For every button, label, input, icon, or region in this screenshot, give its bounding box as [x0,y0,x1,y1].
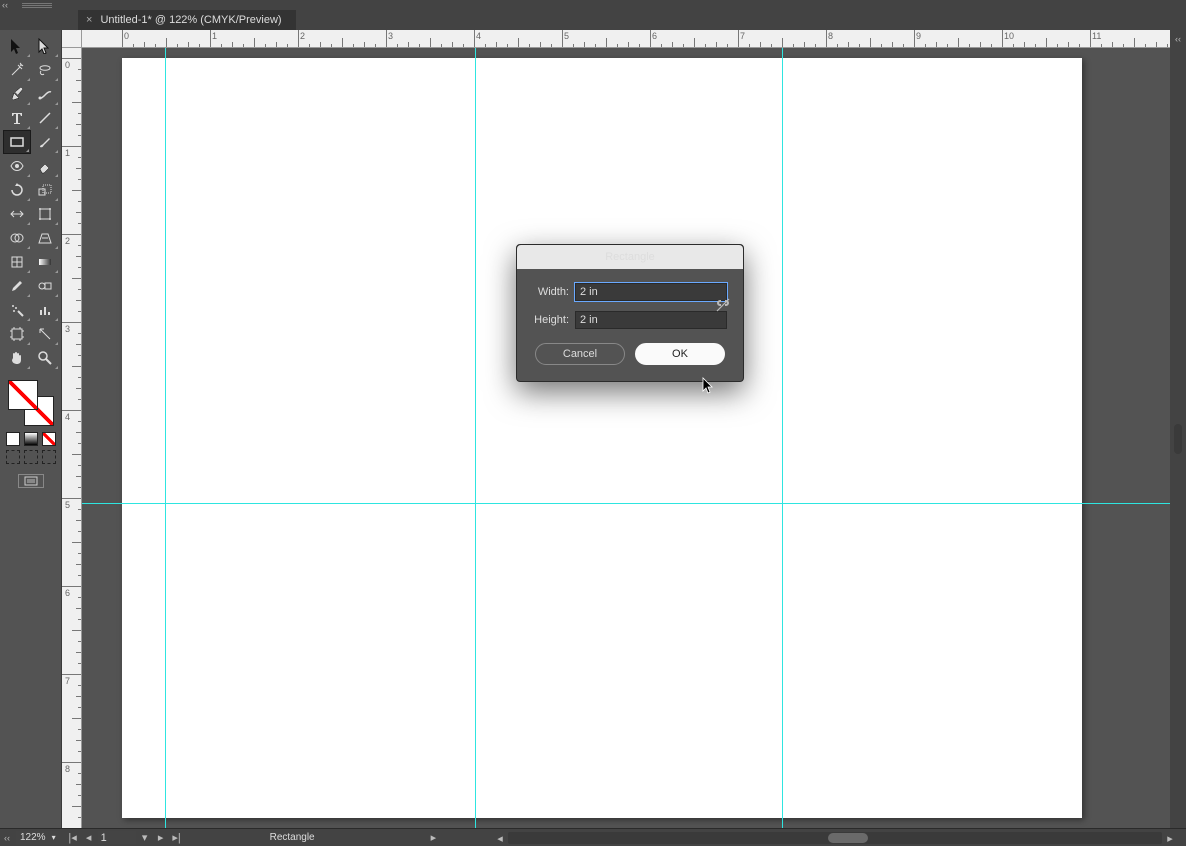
next-artboard-button[interactable]: ▸ [154,832,168,844]
color-mode-none[interactable] [42,432,56,446]
document-tab[interactable]: × Untitled-1* @ 122% (CMYK/Preview) [78,10,296,30]
current-tool-label: Rectangle [270,832,315,843]
draw-normal[interactable] [6,450,20,464]
rotate-tool[interactable] [3,178,31,202]
status-bar: ‹‹ 122% ▾ |◂ ◂ 1 ▾ ▸ ▸| Rectangle ▸ ◂ ▸ [0,828,1186,846]
width-tool[interactable] [3,202,31,226]
pen-tool[interactable] [3,82,31,106]
document-tab-strip: × Untitled-1* @ 122% (CMYK/Preview) [0,10,1186,30]
artboard[interactable] [122,58,1082,818]
zoom-value: 122% [20,832,46,843]
color-mode-gradient[interactable] [24,432,38,446]
eyedropper-tool[interactable] [3,274,31,298]
perspective-grid-tool[interactable] [31,226,59,250]
fill-stroke-swatches[interactable] [6,378,56,428]
last-artboard-button[interactable]: ▸| [170,832,184,844]
grip-icon [22,3,52,8]
horizontal-guide[interactable] [82,503,1170,504]
shaper-tool[interactable] [3,154,31,178]
ruler-origin-corner[interactable] [62,30,82,48]
screen-mode-button[interactable] [18,474,44,488]
rectangle-tool[interactable] [3,130,31,154]
chevron-down-icon[interactable]: ▾ [52,833,56,842]
dock-scroll-hint [1174,424,1182,454]
horizontal-scrollbar[interactable]: ◂ ▸ [508,832,1162,844]
eraser-tool[interactable] [31,154,59,178]
width-input[interactable] [575,283,727,301]
gradient-tool[interactable] [31,250,59,274]
artboard-tool[interactable] [3,322,31,346]
vertical-guide[interactable] [475,48,476,828]
collapse-chevron-icon[interactable]: ‹‹ [4,833,10,843]
cancel-button[interactable]: Cancel [535,343,625,365]
direct-selection-tool[interactable] [31,34,59,58]
column-graph-tool[interactable] [31,298,59,322]
draw-mode-row [6,450,56,464]
draw-behind[interactable] [24,450,38,464]
canvas-viewport[interactable] [82,48,1170,828]
vertical-ruler[interactable]: 012345678 [62,48,82,828]
first-artboard-button[interactable]: |◂ [66,832,80,844]
lasso-tool[interactable] [31,58,59,82]
width-label: Width: [533,286,569,298]
blend-tool[interactable] [31,274,59,298]
magic-wand-tool[interactable] [3,58,31,82]
height-input[interactable] [575,311,727,329]
expand-chevron-icon[interactable]: ‹‹ [1175,34,1181,44]
paintbrush-tool[interactable] [31,130,59,154]
status-menu-button[interactable]: ▸ [431,831,437,844]
dialog-title[interactable]: Rectangle [517,245,743,269]
prev-artboard-button[interactable]: ◂ [82,832,96,844]
fill-swatch[interactable] [8,380,38,410]
free-transform-tool[interactable] [31,202,59,226]
type-tool[interactable] [3,106,31,130]
scrollbar-thumb[interactable] [828,833,868,843]
artboard-number-field[interactable]: 1 [98,831,136,844]
constrain-proportions-toggle[interactable] [715,297,731,313]
hand-tool[interactable] [3,346,31,370]
document-tab-title: Untitled-1* @ 122% (CMYK/Preview) [100,14,281,26]
artboard-nav: |◂ ◂ 1 ▾ ▸ ▸| [66,831,184,844]
curvature-pen-tool[interactable] [31,82,59,106]
scale-tool[interactable] [31,178,59,202]
rectangle-dialog: Rectangle Width: Height: Cancel OK [516,244,744,382]
artboard-dropdown-button[interactable]: ▾ [138,832,152,844]
shape-builder-tool[interactable] [3,226,31,250]
ok-button[interactable]: OK [635,343,725,365]
symbol-sprayer-tool[interactable] [3,298,31,322]
zoom-field[interactable]: 122% ▾ [16,831,60,845]
app-top-grip: ‹‹ [0,0,1186,10]
selection-tool[interactable] [3,34,31,58]
scroll-left-arrow-icon[interactable]: ◂ [494,832,506,844]
close-icon[interactable]: × [86,14,92,26]
line-segment-tool[interactable] [31,106,59,130]
mesh-tool[interactable] [3,250,31,274]
horizontal-ruler[interactable]: 01234567891011 [82,30,1170,48]
height-label: Height: [533,314,569,326]
vertical-guide[interactable] [782,48,783,828]
color-mode-solid[interactable] [6,432,20,446]
slice-tool[interactable] [31,322,59,346]
tools-panel [0,30,62,828]
scroll-right-arrow-icon[interactable]: ▸ [1164,832,1176,844]
zoom-tool[interactable] [31,346,59,370]
draw-inside[interactable] [42,450,56,464]
workspace: 01234567891011 012345678 [62,30,1170,828]
collapse-chevron-icon[interactable]: ‹‹ [2,0,8,10]
color-mode-row [6,432,56,446]
vertical-guide[interactable] [165,48,166,828]
right-panel-dock[interactable]: ‹‹ [1170,30,1186,828]
